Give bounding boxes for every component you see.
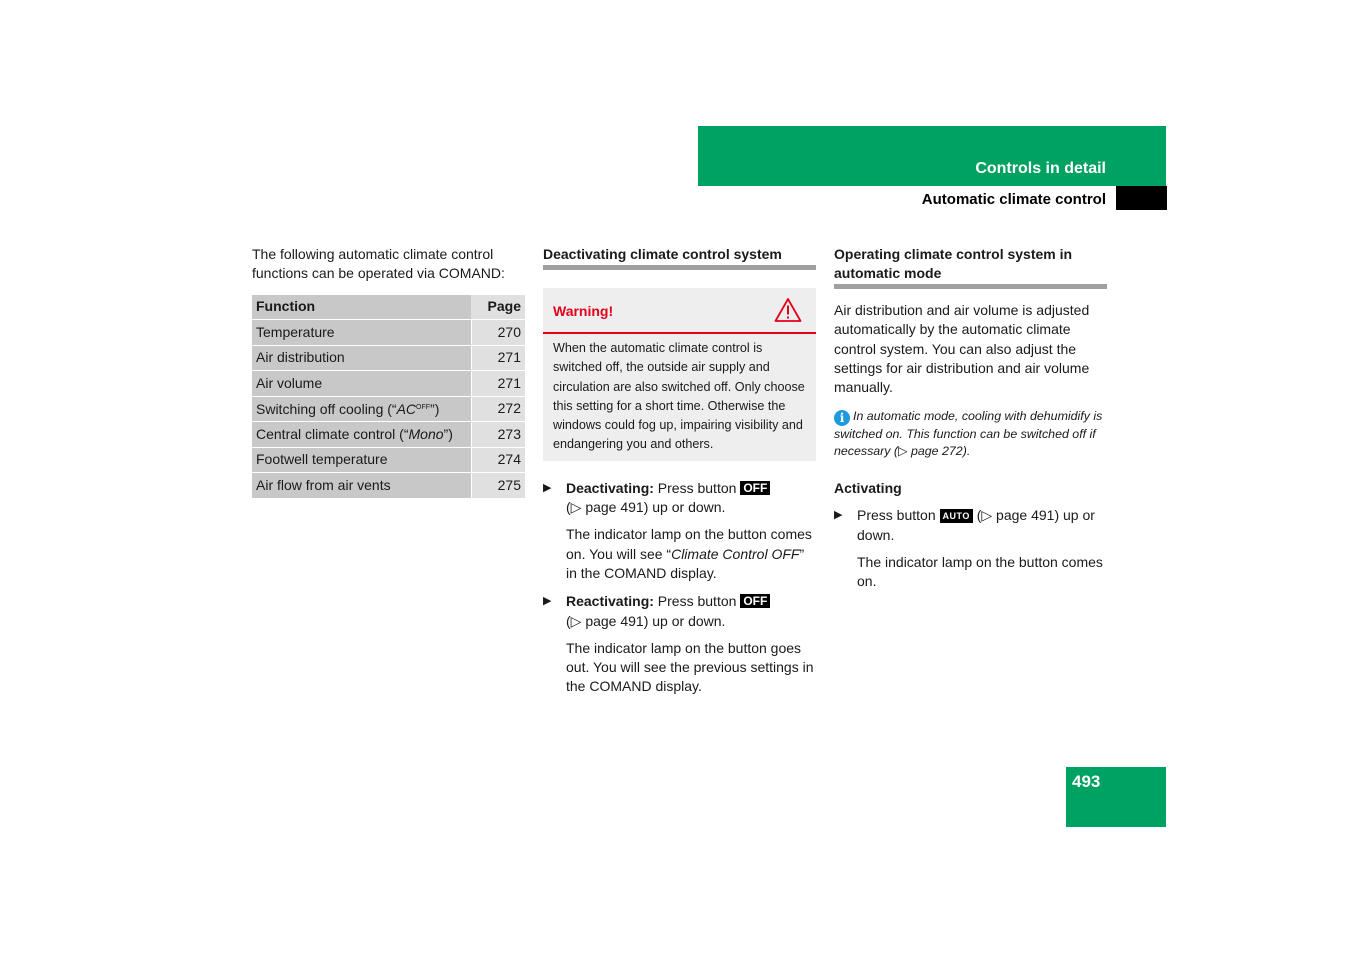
function-name: Air distribution <box>252 345 472 372</box>
page-reference-link[interactable]: (▷ page 491) up or down. <box>566 499 725 515</box>
table-row: Footwell temperature 274 <box>252 447 525 474</box>
header-tab-marker <box>1116 186 1167 210</box>
activating-step: ▶ Press button AUTO (▷ page 491) up or d… <box>834 506 1107 591</box>
function-name: Switching off cooling (“ACOFF”) <box>252 396 472 423</box>
section-title: Controls in detail <box>975 160 1106 177</box>
warning-triangle-icon <box>774 298 802 322</box>
table-row: Air flow from air vents 275 <box>252 472 525 499</box>
step-label: Reactivating: <box>566 593 654 610</box>
off-superscript: OFF <box>416 404 431 412</box>
step-result: The indicator lamp on the button comes o… <box>857 553 1103 590</box>
warning-header: Warning! <box>543 288 816 334</box>
function-name: Central climate control (“Mono”) <box>252 421 472 448</box>
column-functions: The following automatic climate control … <box>252 245 525 499</box>
function-text: Switching off cooling (“ <box>256 401 397 418</box>
display-message: Climate Control OFF <box>671 545 800 562</box>
column-deactivating: Deactivating climate control system Warn… <box>543 245 816 697</box>
table-row: Switching off cooling (“ACOFF”) 272 <box>252 396 525 423</box>
functions-table: Function Page Temperature 270 Air distri… <box>252 294 525 499</box>
function-name: Temperature <box>252 319 472 346</box>
table-row: Temperature 270 <box>252 319 525 346</box>
functions-intro: The following automatic climate control … <box>252 246 505 282</box>
page-ref[interactable]: 273 <box>471 421 525 448</box>
step-label: Deactivating: <box>566 479 654 496</box>
deactivating-heading: Deactivating climate control system <box>543 245 816 270</box>
subsection-title: Automatic climate control <box>921 191 1106 208</box>
header-function: Function <box>252 294 471 321</box>
step-result: The indicator lamp on the button goes ou… <box>566 639 814 695</box>
step-instruction: Reactivating: Press button OFF (▷ page 49… <box>566 592 816 631</box>
page-reference-link[interactable]: (▷ page 491) up or down. <box>566 613 725 629</box>
bullet-arrow-icon: ▶ <box>543 595 552 608</box>
info-note-text: In automatic mode, cooling with dehumidi… <box>834 409 1103 459</box>
deactivating-step: ▶ Deactivating: Press button OFF (▷ page … <box>543 479 816 583</box>
reactivating-step: ▶ Reactivating: Press button OFF (▷ page … <box>543 592 816 696</box>
off-button-icon: OFF <box>740 594 771 609</box>
table-header-row: Function Page <box>252 294 525 321</box>
table-row: Central climate control (“Mono”) 273 <box>252 421 525 448</box>
function-text: ”) <box>443 425 453 442</box>
header-page: Page <box>471 294 525 321</box>
step-instruction: Deactivating: Press button OFF (▷ page 49… <box>566 479 816 518</box>
function-name: Footwell temperature <box>252 447 472 474</box>
warning-box: Warning! When the automatic climate cont… <box>543 288 816 461</box>
activating-subheading: Activating <box>834 480 902 497</box>
automatic-mode-intro: Air distribution and air volume is adjus… <box>834 302 1090 396</box>
table-row: Air distribution 271 <box>252 345 525 372</box>
bullet-arrow-icon: ▶ <box>834 509 843 522</box>
function-text: Central climate control (“ <box>256 425 409 442</box>
step-text: Press button <box>653 479 741 496</box>
page-ref[interactable]: 271 <box>471 345 525 372</box>
page-ref[interactable]: 272 <box>471 396 525 423</box>
off-button-icon: OFF <box>740 480 771 495</box>
step-text: Press button <box>857 507 940 524</box>
function-name: Air flow from air vents <box>252 472 472 499</box>
page-ref[interactable]: 271 <box>471 370 525 397</box>
warning-text: When the automatic climate control is sw… <box>553 341 805 452</box>
page-ref[interactable]: 274 <box>471 447 525 474</box>
page-number-box: 493 <box>1066 767 1166 827</box>
function-italic: ACOFF <box>397 401 430 417</box>
column-automatic-mode: Operating climate control system in auto… <box>834 245 1107 592</box>
function-name: Air volume <box>252 370 472 397</box>
warning-title: Warning! <box>553 303 614 319</box>
page-ref[interactable]: 270 <box>471 319 525 346</box>
table-row: Air volume 271 <box>252 370 525 397</box>
function-text: ”) <box>430 401 440 418</box>
step-text: Press button <box>653 593 741 610</box>
info-icon: i <box>834 410 850 427</box>
page-ref[interactable]: 275 <box>471 472 525 499</box>
step-instruction: Press button AUTO (▷ page 491) up or dow… <box>857 506 1107 545</box>
page-number: 493 <box>1072 772 1101 791</box>
step-result: The indicator lamp on the button comes o… <box>566 525 816 583</box>
info-note: i In automatic mode, cooling with dehumid… <box>834 408 1107 460</box>
ac-text: AC <box>396 401 417 418</box>
bullet-arrow-icon: ▶ <box>543 481 552 494</box>
function-italic: Mono <box>408 425 444 442</box>
auto-button-icon: AUTO <box>939 509 973 524</box>
automatic-mode-heading: Operating climate control system in auto… <box>834 245 1107 289</box>
